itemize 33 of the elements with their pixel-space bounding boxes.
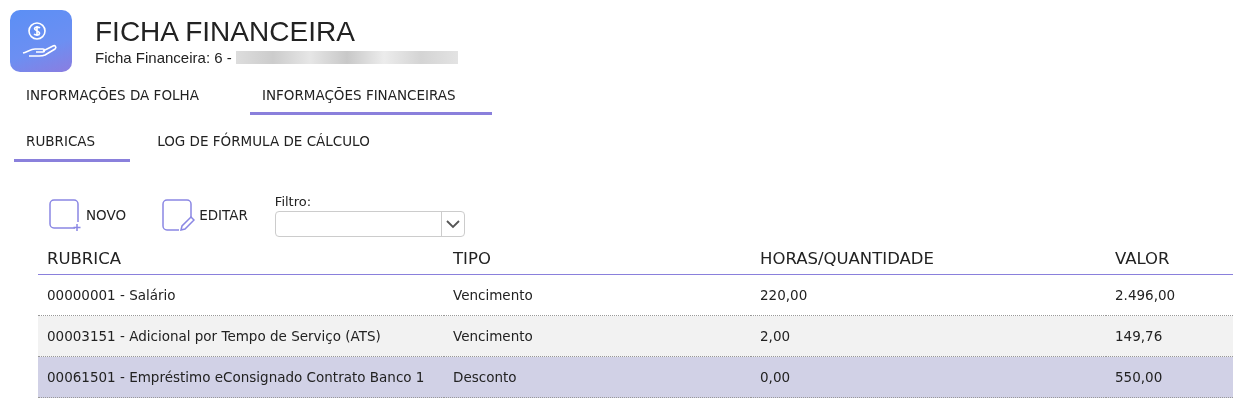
table-row[interactable]: 00003151 - Adicional por Tempo de Serviço (ATS) Vencimento 2,00 149,76 <box>38 315 1233 357</box>
table-cell: 0,00 <box>751 356 1106 398</box>
table-cell: 00003151 - Adicional por Tempo de Serviço (ATS) <box>38 315 444 357</box>
table-cell: Vencimento <box>444 315 751 357</box>
table-cell: 2,00 <box>751 315 1106 357</box>
table-cell: 2.496,00 <box>1106 274 1233 316</box>
chevron-down-icon <box>445 219 460 229</box>
column-header: TIPO <box>444 240 751 275</box>
table-cell: 00000001 - Salário <box>38 274 444 316</box>
filter-label: Filtro: <box>274 194 313 209</box>
table-cell: Vencimento <box>444 274 751 316</box>
subtab[interactable]: RUBRICAS <box>14 125 131 162</box>
table-row[interactable]: 00000001 - Salário Vencimento 220,00 2.496,00 <box>38 274 1233 316</box>
table-cell: 220,00 <box>751 274 1106 316</box>
table-cell: 149,76 <box>1106 315 1233 357</box>
new-icon <box>48 198 82 232</box>
page-title: FICHA FINANCEIRA <box>95 16 356 47</box>
table-cell: 550,00 <box>1106 356 1233 398</box>
app-logo <box>10 10 72 72</box>
column-header: HORAS/QUANTIDADE <box>751 240 1106 275</box>
new-button[interactable]: NOVO <box>48 198 127 232</box>
tab[interactable]: INFORMAÇÕES FINANCEIRAS <box>249 78 492 115</box>
column-header: RUBRICA <box>38 240 444 275</box>
table-row[interactable]: 00061501 - Empréstimo eConsignado Contrato Banco 1 Desconto 0,00 550,00 <box>38 356 1233 398</box>
column-header: VALOR <box>1106 240 1233 275</box>
table-cell: 00061501 - Empréstimo eConsignado Contrato Banco 1 <box>38 356 444 398</box>
tab[interactable]: INFORMAÇÕES DA FOLHA <box>14 78 235 115</box>
table-cell: Desconto <box>444 356 751 398</box>
edit-icon <box>161 198 196 232</box>
page-subtitle: Ficha Financeira: 6 - <box>95 48 232 66</box>
filter-dropdown[interactable] <box>274 211 465 237</box>
subtab[interactable]: LOG DE FÓRMULA DE CÁLCULO <box>145 125 382 162</box>
edit-button[interactable]: EDITAR <box>161 198 248 232</box>
